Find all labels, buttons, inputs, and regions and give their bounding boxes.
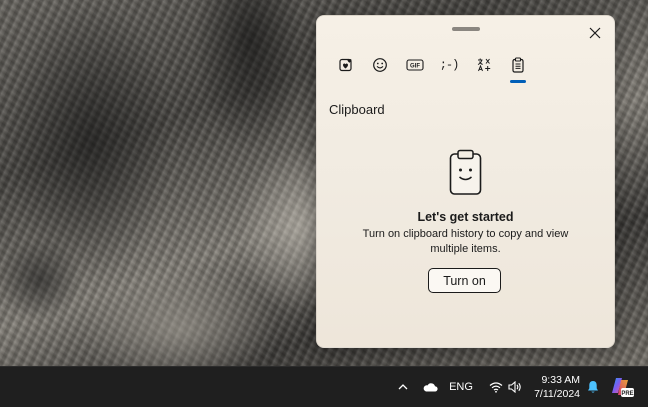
clock-date: 7/11/2024 [534, 388, 580, 400]
tab-gif[interactable]: GIF [403, 54, 426, 76]
section-title: Clipboard [329, 102, 385, 117]
symbols-icon [477, 58, 490, 72]
close-icon [589, 27, 601, 39]
chevron-up-icon [398, 384, 408, 390]
notifications-button[interactable] [583, 367, 603, 407]
empty-state-description: Turn on clipboard history to copy and vi… [362, 228, 569, 255]
emoji-icon [373, 58, 387, 72]
cloud-icon [423, 383, 438, 392]
copilot-icon: PRE [612, 378, 634, 397]
tab-clipboard[interactable] [507, 54, 530, 83]
gif-icon: GIF [405, 59, 424, 71]
empty-state-heading: Let's get started [417, 210, 514, 224]
clipboard-smiley-icon [447, 149, 484, 202]
tab-symbols[interactable] [472, 54, 495, 76]
volume-icon [507, 381, 521, 393]
tab-favorites[interactable] [334, 54, 357, 76]
favorites-icon [338, 58, 352, 72]
turn-on-button[interactable]: Turn on [428, 268, 501, 293]
clock-time: 9:33 AM [541, 374, 580, 386]
bell-icon [588, 381, 598, 393]
clock-button[interactable]: 9:33 AM 7/11/2024 [530, 367, 580, 407]
drag-handle[interactable] [452, 27, 480, 31]
taskbar: ENG 9:33 AM 7/11/2024 PRE [0, 366, 648, 407]
tab-kaomoji[interactable]: ;-) [438, 54, 461, 76]
tab-emoji[interactable] [369, 54, 392, 76]
clipboard-icon [512, 57, 524, 73]
close-button[interactable] [582, 21, 608, 45]
tab-bar: GIF ;-) [334, 54, 541, 84]
onedrive-button[interactable] [419, 367, 441, 407]
language-indicator[interactable]: ENG [447, 367, 475, 407]
emoji-clipboard-panel: GIF ;-) Clipboard Let's get started Turn… [316, 15, 615, 348]
svg-text:GIF: GIF [410, 64, 420, 70]
copilot-button[interactable]: PRE [608, 367, 636, 407]
svg-text:PRE: PRE [621, 391, 633, 397]
show-hidden-icons-button[interactable] [394, 367, 412, 407]
quick-settings-button[interactable] [483, 367, 527, 407]
wifi-icon [489, 382, 502, 393]
kaomoji-icon: ;-) [439, 58, 460, 72]
